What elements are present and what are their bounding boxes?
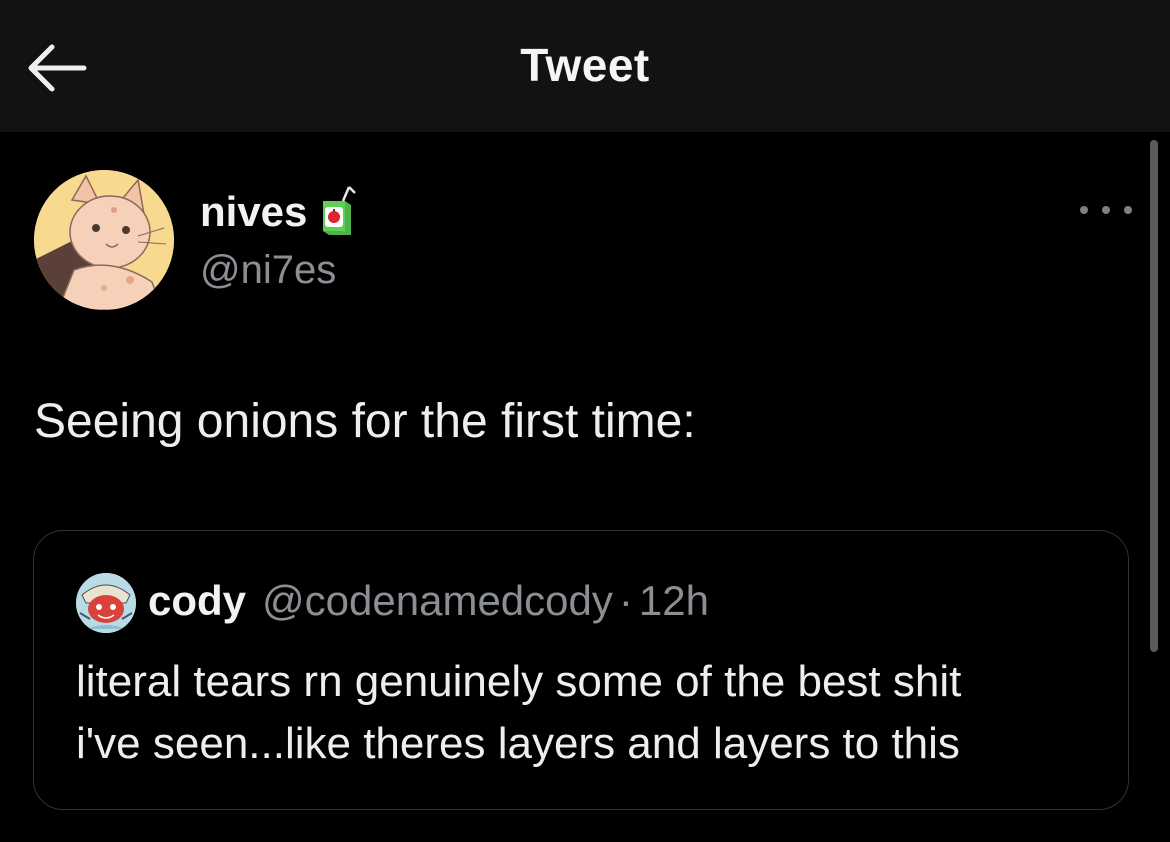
quoted-tweet-timestamp: 12h [638,577,709,624]
quoted-author-handle: @codenamedcody [262,577,613,624]
author-display-name: nives [200,188,308,235]
ellipsis-icon [1124,206,1132,214]
more-options-button[interactable] [1080,198,1132,222]
cat-avatar-illustration [34,170,174,310]
page-title: Tweet [520,39,650,91]
quoted-tweet-card[interactable]: cody @codenamedcody · 12h literal tears … [33,530,1129,810]
tweet-text: Seeing onions for the first time: [34,395,696,448]
quoted-tweet-text: literal tears rn genuinely some of the b… [76,651,1106,775]
quoted-tweet-header: cody @codenamedcody · 12h [148,577,709,625]
quoted-tweet-text-line: literal tears rn genuinely some of the b… [76,657,962,706]
juice-box-icon [323,186,357,235]
avatar[interactable] [34,170,174,310]
tweet-detail-screen: Tweet nives @ni7es Seeing onions for the… [0,0,1170,842]
creature-avatar-illustration [76,573,136,633]
dot-separator: · [618,577,633,624]
top-bar: Tweet [0,0,1170,132]
quoted-tweet-text-line: i've seen...like theres layers and layer… [76,719,960,768]
author-handle[interactable]: @ni7es [200,248,336,293]
ellipsis-icon [1102,206,1110,214]
ellipsis-icon [1080,206,1088,214]
quoted-author-avatar [76,573,136,633]
scrollbar[interactable] [1150,140,1158,652]
author-name-row[interactable]: nives [200,186,357,238]
quoted-author-name: cody [148,577,247,624]
